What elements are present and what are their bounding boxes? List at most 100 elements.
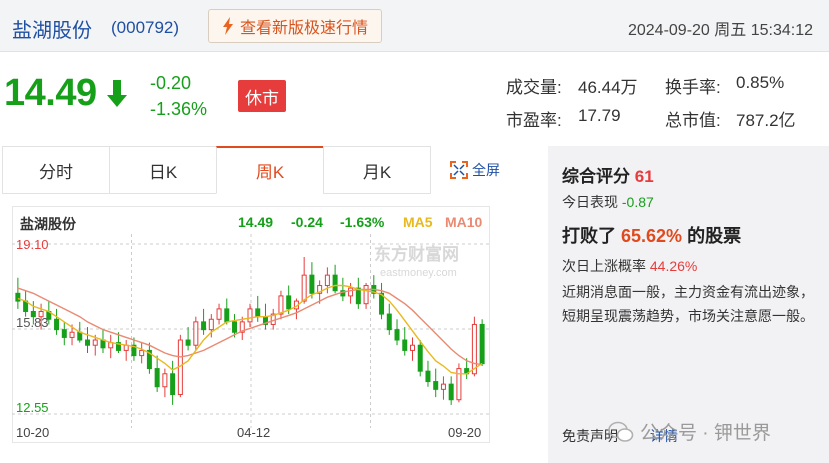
fullscreen-button[interactable]: 全屏: [450, 146, 500, 194]
beat-percent: 65.62%: [621, 226, 683, 246]
weekly-k-chart[interactable]: 东方财富网 eastmoney.com 19.10 15.83 12.55 10-20 04…: [12, 206, 490, 443]
quote-datetime: 2024-09-20 周五 15:34:12: [627, 22, 813, 39]
candle-down: [479, 323, 485, 365]
current-price: 14.49: [4, 72, 97, 114]
rise-probability-value: 44.26%: [649, 258, 698, 274]
candle-up: [348, 287, 354, 297]
candle-down: [15, 292, 21, 302]
candle-up: [216, 308, 222, 320]
candle-up: [69, 331, 75, 338]
legend-ma10: MA10: [445, 214, 483, 230]
rating-title-label: 综合评分: [562, 167, 630, 186]
new-fast-quote-label: 查看新版极速行情: [239, 20, 368, 37]
fullscreen-icon: [450, 161, 468, 179]
watermark-text: 公众号 · 钾世界: [640, 423, 771, 444]
stock-code: (000792): [111, 18, 180, 37]
y-tick-label: 19.10: [16, 237, 49, 252]
candle-up: [440, 383, 446, 390]
candle-down: [309, 274, 315, 294]
analysis-description: 近期消息面一般，主力资金有流出迹象，短期呈现震荡趋势，市场关注意愿一般。: [562, 284, 814, 324]
wechat-icon: [608, 421, 634, 442]
candle-down: [61, 329, 67, 338]
candle-down: [185, 339, 191, 346]
stock-name[interactable]: 盐湖股份: [12, 14, 92, 43]
candle-up: [208, 318, 214, 331]
turnover-label: 换手率:: [665, 78, 721, 97]
turnover-value: 0.85%: [736, 73, 785, 92]
candle-down: [201, 321, 207, 331]
candle-down: [85, 339, 91, 346]
candle-down: [154, 368, 160, 388]
fullscreen-label: 全屏: [472, 162, 500, 178]
lightning-icon: [222, 17, 233, 35]
eastmoney-watermark: 东方财富网: [374, 244, 459, 264]
wechat-watermark: 公众号 · 钾世界: [608, 418, 771, 445]
price-change-percent: -1.36%: [150, 99, 208, 119]
candle-down: [77, 331, 83, 341]
candle-up: [193, 321, 199, 346]
candle-up: [324, 274, 330, 287]
down-arrow-icon: [107, 80, 127, 107]
legend-change: -0.24: [291, 214, 323, 230]
candle-down: [170, 373, 176, 396]
legend-ma5: MA5: [403, 214, 433, 230]
candle-up: [247, 308, 253, 323]
y-tick-label: 12.55: [16, 400, 49, 415]
candle-down: [332, 274, 338, 292]
tab-intraday[interactable]: 分时: [2, 146, 110, 194]
chart-period-tabs: 分时 日K 周K 月K 全屏: [2, 146, 542, 194]
candle-up: [409, 344, 415, 351]
candle-down: [54, 318, 60, 331]
candle-up: [162, 373, 168, 388]
candle-down: [433, 381, 439, 390]
candle-down: [394, 329, 400, 341]
candle-down: [255, 308, 261, 318]
today-performance-value: -0.87: [621, 194, 654, 210]
quote-header: 盐湖股份 (000792) 查看新版极速行情 2024-09-20 周五 15:…: [0, 0, 829, 52]
legend-change-percent: -1.63%: [340, 214, 385, 230]
new-fast-quote-button[interactable]: 查看新版极速行情: [208, 9, 382, 43]
candle-down: [425, 370, 431, 383]
candle-down: [417, 344, 423, 372]
price-change: -0.20: [150, 73, 192, 93]
today-performance: 今日表现 -0.87: [562, 192, 654, 212]
rating-title: 综合评分 61: [562, 162, 654, 187]
beat-ratio: 打败了 65.62% 的股票: [562, 222, 741, 248]
beat-suffix: 的股票: [687, 226, 742, 246]
tab-daily-k[interactable]: 日K: [109, 146, 217, 194]
market-status-badge: 休市: [238, 80, 286, 112]
legend-price: 14.49: [238, 214, 274, 230]
candle-up: [92, 339, 98, 346]
rating-panel: 综合评分 61 今日表现 -0.87 打败了 65.62% 的股票 次日上涨概率…: [548, 146, 829, 463]
candle-down: [224, 308, 230, 323]
market-cap-label: 总市值:: [665, 111, 721, 130]
candle-up: [139, 349, 145, 357]
candle-down: [286, 295, 292, 310]
chart-stock-name: 盐湖股份: [20, 216, 76, 232]
next-day-rise-probability: 次日上涨概率 44.26%: [562, 256, 697, 276]
pe-label: 市盈率:: [506, 111, 562, 130]
today-performance-label: 今日表现: [562, 194, 618, 210]
x-tick-label: 10-20: [16, 425, 49, 440]
eastmoney-watermark-sub: eastmoney.com: [380, 267, 457, 279]
beat-prefix: 打败了: [562, 226, 616, 246]
market-cap-value: 787.2亿: [736, 111, 796, 130]
rise-probability-label: 次日上涨概率: [562, 258, 646, 274]
x-tick-label: 04-12: [237, 425, 270, 440]
candle-down: [355, 287, 361, 305]
x-tick-label: 09-20: [448, 425, 481, 440]
candle-up: [278, 295, 284, 315]
rating-score: 61: [634, 167, 654, 186]
tab-monthly-k[interactable]: 月K: [323, 146, 431, 194]
y-tick-label: 15.83: [16, 315, 49, 330]
candle-down: [386, 313, 392, 331]
candle-up: [471, 323, 477, 375]
volume-value: 46.44万: [578, 78, 638, 97]
candle-down: [448, 383, 454, 401]
tab-weekly-k[interactable]: 周K: [216, 146, 324, 194]
pe-value: 17.79: [578, 106, 621, 125]
candle-up: [301, 274, 307, 302]
candle-down: [402, 339, 408, 351]
candle-up: [363, 285, 369, 305]
candle-down: [232, 321, 238, 333]
